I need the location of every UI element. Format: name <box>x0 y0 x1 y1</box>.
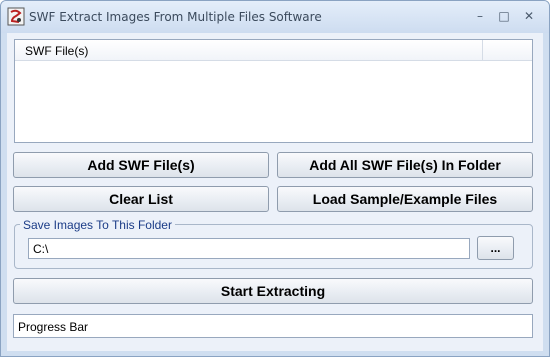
close-icon: ✕ <box>523 9 535 23</box>
close-button[interactable]: ✕ <box>518 7 540 25</box>
clear-list-button[interactable]: Clear List <box>13 186 269 212</box>
load-sample-files-button[interactable]: Load Sample/Example Files <box>277 186 533 212</box>
list-header: SWF File(s) <box>15 40 532 61</box>
swf-file-list[interactable]: SWF File(s) <box>14 39 533 143</box>
app-icon <box>7 7 25 26</box>
maximize-button[interactable]: □ <box>493 7 515 25</box>
add-swf-files-button[interactable]: Add SWF File(s) <box>13 152 269 178</box>
minimize-icon: – <box>477 9 483 23</box>
browse-folder-button[interactable]: ... <box>477 236 514 260</box>
title-bar[interactable]: SWF Extract Images From Multiple Files S… <box>1 1 549 33</box>
start-extracting-button[interactable]: Start Extracting <box>13 278 533 304</box>
minimize-button[interactable]: – <box>469 7 491 25</box>
app-window: SWF Extract Images From Multiple Files S… <box>0 0 550 357</box>
output-folder-legend: Save Images To This Folder <box>20 218 175 232</box>
column-header-swf-files[interactable]: SWF File(s) <box>15 40 483 60</box>
maximize-icon: □ <box>498 9 510 23</box>
add-all-in-folder-button[interactable]: Add All SWF File(s) In Folder <box>277 152 533 178</box>
progress-bar: Progress Bar <box>13 314 533 338</box>
window-title: SWF Extract Images From Multiple Files S… <box>29 10 322 24</box>
client-area: SWF File(s) Add SWF File(s) Add All SWF … <box>7 33 543 351</box>
progress-label: Progress Bar <box>18 320 89 334</box>
output-folder-input[interactable] <box>28 238 470 259</box>
